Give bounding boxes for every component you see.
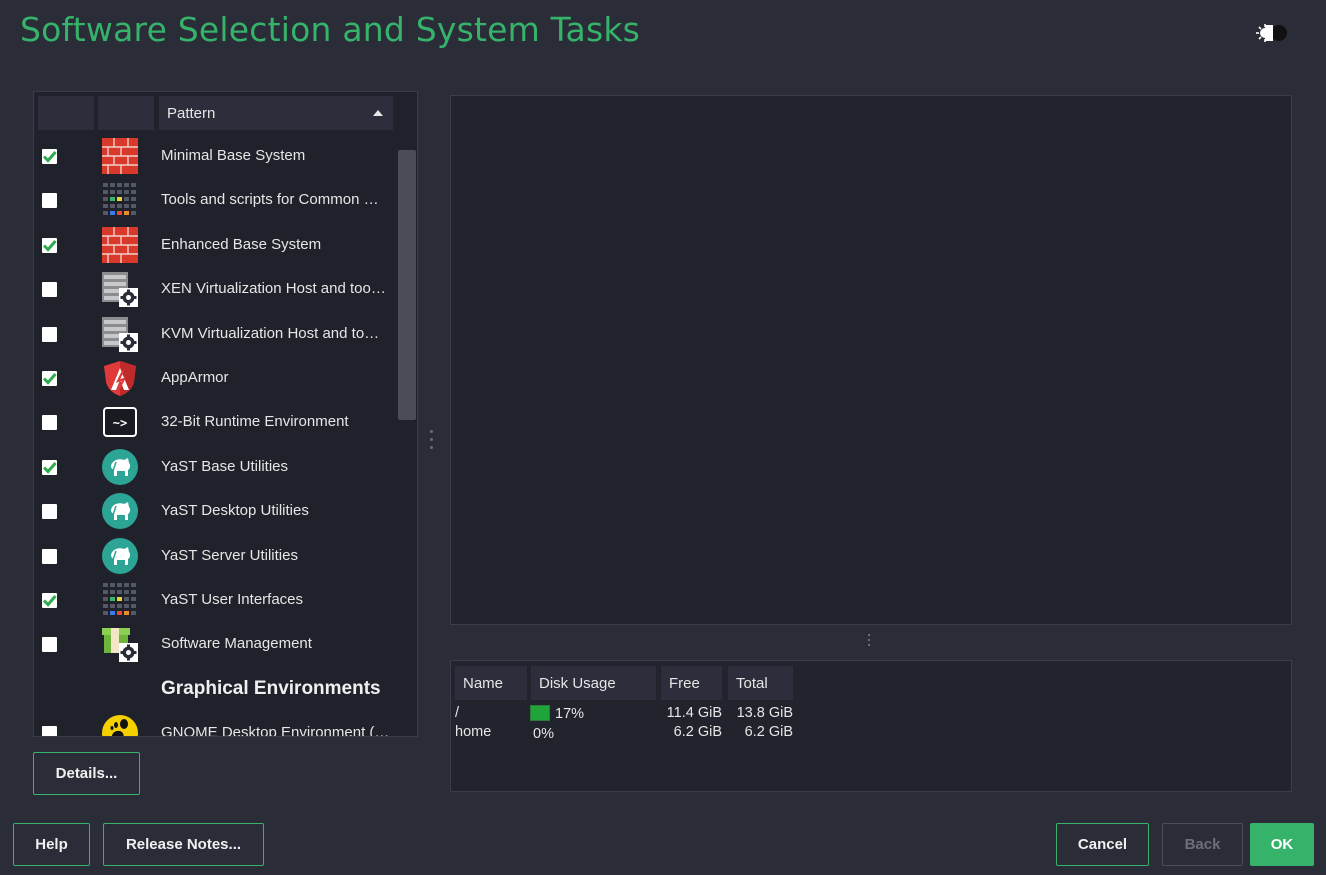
disk-row-name: / bbox=[455, 705, 460, 721]
firewall-brick-icon bbox=[102, 226, 138, 263]
pattern-row[interactable]: XEN Virtualization Host and too… bbox=[34, 267, 396, 311]
gnome-foot-icon bbox=[102, 715, 138, 736]
pattern-row[interactable]: Enhanced Base System bbox=[34, 223, 396, 267]
release-notes-button-label: Release Notes... bbox=[125, 836, 242, 853]
yast-logo-icon bbox=[102, 493, 138, 530]
disk-header-usage[interactable]: Disk Usage bbox=[531, 666, 656, 700]
checkmark-icon bbox=[42, 595, 57, 607]
disk-header-name[interactable]: Name bbox=[455, 666, 527, 700]
pattern-list-scrollbar[interactable] bbox=[398, 150, 416, 420]
server-gear-icon bbox=[102, 316, 138, 352]
column-header-checkbox[interactable] bbox=[38, 96, 94, 130]
disk-header-total[interactable]: Total bbox=[728, 666, 793, 700]
terminal-icon: ~> bbox=[102, 404, 138, 440]
disk-row-name: home bbox=[455, 724, 492, 740]
pattern-checkbox[interactable] bbox=[42, 637, 57, 653]
pattern-row[interactable]: YaST Server Utilities bbox=[34, 534, 396, 578]
pattern-row[interactable]: GNOME Desktop Environment (… bbox=[34, 711, 396, 737]
pattern-row[interactable]: KVM Virtualization Host and to… bbox=[34, 312, 396, 356]
svg-text:~>: ~> bbox=[113, 416, 127, 430]
disk-row-usage: 17% bbox=[555, 706, 585, 722]
back-button-label: Back bbox=[1184, 836, 1221, 853]
vertical-splitter-handle[interactable] bbox=[430, 430, 434, 460]
grid-apps-icon bbox=[102, 182, 138, 218]
ok-button-label: OK bbox=[1270, 836, 1294, 853]
help-button[interactable]: Help bbox=[13, 823, 90, 866]
pattern-row[interactable]: Minimal Base System bbox=[34, 134, 396, 178]
pattern-row[interactable]: ~> 32-Bit Runtime Environment bbox=[34, 400, 396, 444]
pattern-checkbox[interactable] bbox=[42, 415, 57, 431]
horizontal-splitter-handle[interactable] bbox=[868, 634, 871, 648]
sun-moon-icon bbox=[1256, 24, 1287, 42]
checkmark-icon bbox=[42, 373, 57, 385]
details-button-label: Details... bbox=[55, 765, 118, 782]
pattern-label: XEN Virtualization Host and too… bbox=[161, 280, 386, 298]
details-button[interactable]: Details... bbox=[33, 752, 140, 795]
cancel-button-label: Cancel bbox=[1077, 836, 1128, 853]
pattern-label: KVM Virtualization Host and to… bbox=[161, 324, 380, 342]
release-notes-button[interactable]: Release Notes... bbox=[103, 823, 264, 866]
page-title: Software Selection and System Tasks bbox=[20, 10, 641, 49]
pattern-row[interactable]: Software Management bbox=[34, 622, 396, 666]
pattern-table[interactable]: Pattern Minimal Base System Tools and sc… bbox=[33, 91, 418, 737]
pattern-checkbox[interactable] bbox=[42, 593, 57, 608]
column-header-label: Pattern bbox=[167, 104, 216, 122]
pattern-checkbox[interactable] bbox=[42, 726, 57, 736]
disk-row-total: 13.8 GiB bbox=[736, 705, 793, 721]
pattern-checkbox[interactable] bbox=[42, 149, 57, 164]
pattern-checkbox[interactable] bbox=[42, 282, 57, 298]
pattern-label: 32-Bit Runtime Environment bbox=[161, 413, 349, 431]
pattern-group-header: Graphical Environments bbox=[34, 667, 396, 711]
pattern-label: Tools and scripts for Common … bbox=[161, 191, 379, 209]
pattern-group-label: Graphical Environments bbox=[161, 677, 381, 699]
pattern-label: YaST Server Utilities bbox=[161, 546, 298, 564]
pattern-description-pane bbox=[450, 95, 1292, 625]
cancel-button[interactable]: Cancel bbox=[1056, 823, 1149, 866]
server-gear-icon bbox=[102, 271, 138, 308]
checkmark-icon bbox=[42, 461, 57, 474]
checkmark-icon bbox=[42, 151, 57, 163]
yast-logo-icon bbox=[102, 537, 138, 574]
disk-row-free: 6.2 GiB bbox=[673, 724, 722, 740]
theme-toggle-button[interactable] bbox=[1254, 22, 1290, 44]
pattern-checkbox[interactable] bbox=[42, 459, 57, 475]
disk-header-free[interactable]: Free bbox=[661, 666, 722, 700]
pattern-checkbox[interactable] bbox=[42, 193, 57, 209]
pattern-row[interactable]: YaST User Interfaces bbox=[34, 578, 396, 622]
pattern-checkbox[interactable] bbox=[42, 548, 57, 564]
pattern-label: Software Management bbox=[161, 635, 312, 653]
disk-row-total: 6.2 GiB bbox=[744, 724, 793, 740]
back-button[interactable]: Back bbox=[1162, 823, 1243, 866]
pattern-row[interactable]: YaST Desktop Utilities bbox=[34, 489, 396, 533]
pattern-row[interactable]: Tools and scripts for Common … bbox=[34, 178, 396, 222]
pattern-label: AppArmor bbox=[161, 369, 229, 386]
pattern-label: YaST User Interfaces bbox=[161, 591, 304, 608]
pattern-checkbox[interactable] bbox=[42, 326, 57, 342]
disk-row-usage: 0% bbox=[533, 726, 554, 742]
pattern-label: YaST Base Utilities bbox=[161, 457, 288, 475]
disk-row-free: 11.4 GiB bbox=[666, 705, 722, 721]
pattern-label: GNOME Desktop Environment (… bbox=[161, 724, 390, 737]
sort-ascending-icon bbox=[373, 110, 383, 116]
disk-usage-table: Name Disk Usage Free Total / 17% 11.4 Gi… bbox=[450, 660, 1292, 792]
checkmark-icon bbox=[42, 239, 57, 252]
pattern-row[interactable]: AppArmor bbox=[34, 356, 396, 400]
pattern-label: Enhanced Base System bbox=[161, 235, 322, 253]
pattern-checkbox[interactable] bbox=[42, 237, 57, 253]
pattern-checkbox[interactable] bbox=[42, 504, 57, 520]
help-button-label: Help bbox=[35, 836, 68, 853]
apparmor-shield-icon bbox=[102, 360, 138, 396]
package-gear-icon bbox=[102, 626, 138, 663]
yast-logo-icon bbox=[102, 448, 138, 485]
grid-apps-icon bbox=[102, 582, 138, 618]
firewall-brick-icon bbox=[102, 138, 138, 174]
column-header-pattern[interactable]: Pattern bbox=[159, 96, 393, 130]
ok-button[interactable]: OK bbox=[1250, 823, 1314, 866]
pattern-label: Minimal Base System bbox=[161, 147, 306, 164]
pattern-label: YaST Desktop Utilities bbox=[161, 502, 309, 520]
pattern-row[interactable]: YaST Base Utilities bbox=[34, 445, 396, 489]
pattern-checkbox[interactable] bbox=[42, 371, 57, 386]
column-header-icon[interactable] bbox=[98, 96, 154, 130]
disk-usage-bar bbox=[530, 705, 550, 721]
